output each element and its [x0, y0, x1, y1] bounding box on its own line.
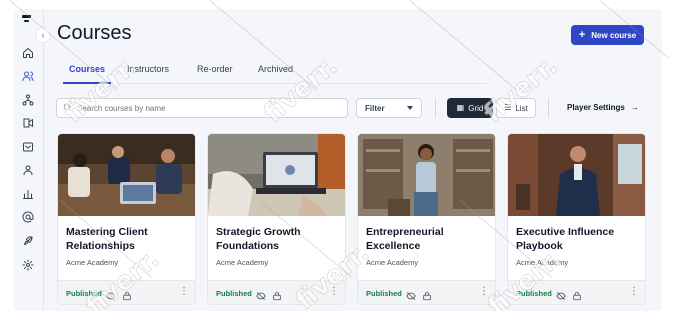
- course-card[interactable]: Entrepreneurial Excellence Acme Academy …: [357, 133, 496, 305]
- eye-off-icon[interactable]: [256, 288, 266, 301]
- tab-archived[interactable]: Archived: [258, 64, 293, 84]
- course-thumbnail: [508, 134, 645, 216]
- toolbar-divider: [548, 99, 549, 117]
- course-card[interactable]: Executive Influence Playbook Acme Academ…: [507, 133, 646, 305]
- filter-dropdown[interactable]: Filter: [356, 98, 422, 118]
- sidebar: [14, 9, 44, 311]
- lock-icon[interactable]: [122, 288, 132, 301]
- course-org: Acme Academy: [66, 258, 119, 267]
- course-title[interactable]: Entrepreneurial Excellence: [366, 225, 490, 253]
- player-settings-label: Player Settings: [567, 103, 625, 112]
- bar-chart-icon[interactable]: [20, 186, 36, 202]
- org-chart-icon[interactable]: [20, 92, 36, 108]
- new-course-label: New course: [591, 30, 637, 40]
- card-footer: Published ⋮: [208, 280, 345, 304]
- list-icon: ☰: [504, 103, 512, 112]
- users-icon[interactable]: [20, 68, 36, 84]
- status-badge: Published: [516, 289, 552, 298]
- more-options-icon[interactable]: ⋮: [479, 286, 489, 297]
- search-field[interactable]: [56, 98, 348, 118]
- course-org: Acme Academy: [366, 258, 419, 267]
- grid-label: Grid: [468, 103, 484, 113]
- course-org: Acme Academy: [216, 258, 269, 267]
- video-icon[interactable]: [20, 115, 36, 131]
- grid-icon: ▦: [456, 103, 465, 112]
- lock-icon[interactable]: [572, 288, 582, 301]
- lock-icon[interactable]: [272, 288, 282, 301]
- eye-off-icon[interactable]: [556, 288, 566, 301]
- status-badge: Published: [216, 289, 252, 298]
- course-title[interactable]: Executive Influence Playbook: [516, 225, 640, 253]
- toolbar-divider: [435, 99, 436, 117]
- arrow-right-icon: →: [630, 103, 639, 112]
- search-icon: [63, 99, 72, 117]
- eye-off-icon[interactable]: [406, 288, 416, 301]
- course-thumbnail: [58, 134, 195, 216]
- card-footer: Published ⋮: [58, 280, 195, 304]
- status-badge: Published: [66, 289, 102, 298]
- course-thumbnail: [358, 134, 495, 216]
- app-window: ‹ Courses + New course Courses Instructo…: [14, 9, 662, 311]
- status-badge: Published: [366, 289, 402, 298]
- settings-icon[interactable]: [20, 257, 36, 273]
- more-options-icon[interactable]: ⋮: [629, 286, 639, 297]
- tab-instructors[interactable]: Instructors: [127, 64, 169, 84]
- list-label: List: [515, 103, 528, 113]
- course-card[interactable]: Mastering Client Relationships Acme Acad…: [57, 133, 196, 305]
- inbox-icon[interactable]: [20, 139, 36, 155]
- tab-bar: Courses Instructors Re-order Archived: [57, 64, 487, 84]
- at-sign-icon[interactable]: [20, 209, 36, 225]
- logo-mark-lower: [24, 20, 29, 22]
- course-thumbnail: [208, 134, 345, 216]
- grid-view-button[interactable]: ▦ Grid: [447, 98, 493, 118]
- player-settings-link[interactable]: Player Settings →: [567, 103, 639, 112]
- more-options-icon[interactable]: ⋮: [329, 286, 339, 297]
- logo-mark: [22, 15, 31, 18]
- user-icon[interactable]: [20, 162, 36, 178]
- chevron-down-icon: [407, 106, 413, 110]
- new-course-button[interactable]: + New course: [571, 25, 644, 45]
- card-footer: Published ⋮: [508, 280, 645, 304]
- plus-icon: +: [578, 29, 586, 41]
- rocket-icon[interactable]: [20, 233, 36, 249]
- list-view-button[interactable]: ☰ List: [496, 98, 536, 118]
- course-title[interactable]: Mastering Client Relationships: [66, 225, 190, 253]
- filter-label: Filter: [365, 103, 385, 113]
- sidebar-collapse-button[interactable]: ‹: [35, 27, 51, 43]
- tab-reorder[interactable]: Re-order: [197, 64, 233, 84]
- search-input[interactable]: [77, 103, 327, 113]
- more-options-icon[interactable]: ⋮: [179, 286, 189, 297]
- course-org: Acme Academy: [516, 258, 569, 267]
- lock-icon[interactable]: [422, 288, 432, 301]
- page-title: Courses: [57, 22, 132, 44]
- course-card[interactable]: Strategic Growth Foundations Acme Academ…: [207, 133, 346, 305]
- tab-courses[interactable]: Courses: [62, 64, 112, 84]
- eye-off-icon[interactable]: [106, 288, 116, 301]
- home-icon[interactable]: [20, 45, 36, 61]
- course-title[interactable]: Strategic Growth Foundations: [216, 225, 340, 253]
- card-footer: Published ⋮: [358, 280, 495, 304]
